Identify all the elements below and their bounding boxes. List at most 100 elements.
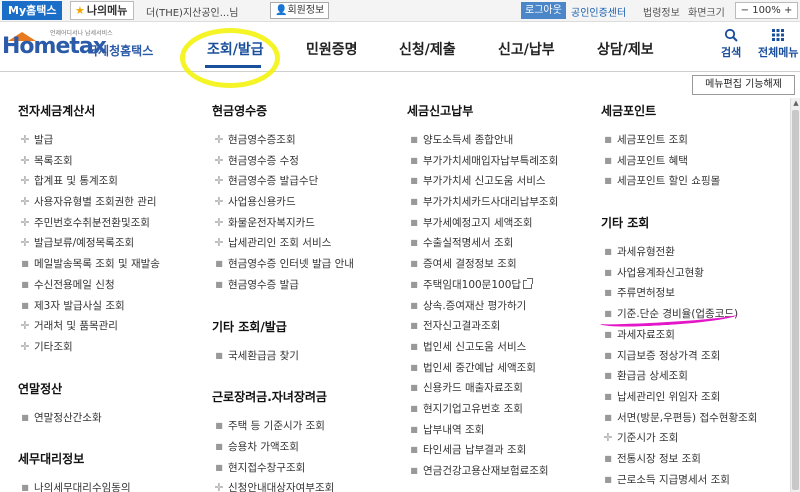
menu-item[interactable]: ✛ 사업용신용카드 [212,192,354,213]
menu-item[interactable]: ■ 납부내역 조회 [407,420,558,441]
nav-consult-report[interactable]: 상담/제보 [597,39,654,59]
menu-item[interactable]: ■ 세금포인트 조회 [601,130,757,151]
menu-item[interactable]: ■ 국세환급금 찾기 [212,346,354,367]
vertical-scrollbar[interactable]: ▲ [790,98,800,492]
menu-item[interactable]: ■ 양도소득세 종합안내 [407,130,558,151]
menu-item[interactable]: ■ 주택임대100문100답 [407,275,558,296]
plus-marker-icon[interactable]: ✛ [213,192,225,213]
menu-item[interactable]: ■ 과세유형전환 [601,242,757,263]
menu-item[interactable]: ■ 타인세금 납부결과 조회 [407,440,558,461]
menu-item[interactable]: ✛ 납세관리인 조회 서비스 [212,233,354,254]
plus-marker-icon[interactable]: ✛ [213,151,225,172]
plus-marker-icon[interactable]: ✛ [19,337,31,358]
section-item-list: ✛ 현금영수증조회 ✛ 현금영수증 수정 ✛ 현금영수증 발급수단 ✛ 사업용신용카드 ✛ 화물운… [212,130,354,296]
menu-item[interactable]: ■ 납세관리인 위임자 조회 [601,387,757,408]
menu-item[interactable]: ■ 주택 등 기준시가 조회 [212,416,354,437]
menu-item[interactable]: ■ 연말정산간소화 [18,408,160,429]
menu-item[interactable]: ✛ 현금영수증 발급수단 [212,171,354,192]
plus-marker-icon[interactable]: ✛ [19,192,31,213]
square-marker-icon: ■ [604,329,612,339]
menu-item[interactable]: ✛ 화물운전자복지카드 [212,213,354,234]
menu-item[interactable]: ✛ 기준시가 조회 [601,428,757,449]
member-info-button[interactable]: 👤회원정보 [270,2,330,19]
plus-marker-icon[interactable]: ✛ [19,316,31,337]
menu-item[interactable]: ■ 환급금 상세조회 [601,366,757,387]
menu-item[interactable]: ✛ 목록조회 [18,151,160,172]
menu-item[interactable]: ✛ 거래처 및 품목관리 [18,316,160,337]
menu-item[interactable]: ✛ 주민번호수취분전환및조회 [18,213,160,234]
nav-application[interactable]: 신청/제출 [399,39,456,59]
menu-item[interactable]: ■ 수신전용메일 신청 [18,275,160,296]
nav-report-payment[interactable]: 신고/납부 [498,39,555,59]
menu-item[interactable]: ■ 현지기업고유번호 조회 [407,399,558,420]
menu-item[interactable]: ■ 승용차 가액조회 [212,437,354,458]
menu-item[interactable]: ✛ 신청안내대상자여부조회 [212,478,354,492]
scroll-thumb[interactable] [792,110,799,490]
plus-marker-icon[interactable]: ✛ [213,478,225,492]
menu-item[interactable]: ■ 현금영수증 발급 [212,275,354,296]
plus-marker-icon[interactable]: ✛ [19,130,31,151]
plus-marker-icon[interactable]: ✛ [213,213,225,234]
menu-item[interactable]: ■ 연금건강고용산재보험료조회 [407,461,558,482]
menu-item[interactable]: ■ 수출실적명세서 조회 [407,233,558,254]
zoom-minus[interactable]: − [741,5,753,16]
zoom-control[interactable]: − 100% + [735,2,798,19]
nav-civil-certificate[interactable]: 민원증명 [306,39,358,59]
menu-item[interactable]: ■ 과세자료조회 [601,325,757,346]
plus-marker-icon[interactable]: ✛ [213,171,225,192]
plus-marker-icon[interactable]: ✛ [213,130,225,151]
menu-item[interactable]: ■ 부가가치세매입자납부특례조회 [407,151,558,172]
menu-item[interactable]: ✛ 합계표 및 통계조회 [18,171,160,192]
menu-item[interactable]: ■ 세금포인트 할인 쇼핑몰 [601,171,757,192]
my-hometax-button[interactable]: My홈택스 [2,1,63,20]
menu-item[interactable]: ✛ 현금영수증 수정 [212,151,354,172]
plus-marker-icon[interactable]: ✛ [213,233,225,254]
menu-item[interactable]: ✛ 발급 [18,130,160,151]
menu-item[interactable]: ■ 제3자 발급사실 조회 [18,296,160,317]
menu-item[interactable]: ■ 지급보증 정상가격 조회 [601,346,757,367]
menu-item[interactable]: ■ 상속.증여재산 평가하기 [407,296,558,317]
menu-item[interactable]: ■ 전통시장 정보 조회 [601,449,757,470]
menu-item-label: 메일발송목록 조회 및 재발송 [34,258,160,271]
menu-item[interactable]: ■ 부가가치세 신고도움 서비스 [407,171,558,192]
menu-item[interactable]: ■ 부가가치세카드사대리납부조회 [407,192,558,213]
menu-item[interactable]: ■ 현금영수증 인터넷 발급 안내 [212,254,354,275]
menu-item[interactable]: ■ 메일발송목록 조회 및 재발송 [18,254,160,275]
menu-item[interactable]: ■ 서면(방문,우편등) 접수현황조회 [601,408,757,429]
logout-button[interactable]: 로그아웃 [521,2,566,19]
scroll-up-arrow-icon[interactable]: ▲ [791,98,800,108]
search-button[interactable]: 검색 [721,28,741,60]
menu-item[interactable]: ■ 부가세예정고지 세액조회 [407,213,558,234]
menu-item[interactable]: ✛ 사용자유형별 조회권한 관리 [18,192,160,213]
menu-item[interactable]: ■ 전자신고결과조회 [407,316,558,337]
cert-center-link[interactable]: 공인인증센터 [571,4,626,19]
menu-column-3: 세금신고납부 ■ 양도소득세 종합안내 ■ 부가가치세매입자납부특례조회 ■ 부가가치세 신… [407,102,558,482]
menu-item[interactable]: ■ 세금포인트 혜택 [601,151,757,172]
menu-item[interactable]: ■ 신용카드 매출자료조회 [407,378,558,399]
zoom-plus[interactable]: + [781,5,792,16]
plus-marker-icon[interactable]: ✛ [19,151,31,172]
plus-marker-icon[interactable]: ✛ [19,233,31,254]
square-marker-icon: ■ [215,350,223,360]
plus-marker-icon[interactable]: ✛ [19,171,31,192]
menu-item[interactable]: ✛ 현금영수증조회 [212,130,354,151]
square-marker-icon: ■ [410,259,418,269]
hometax-logo[interactable]: 언제어디서나 납세서비스 Hometax 국세청홈택스 [2,26,153,66]
menu-item[interactable]: ■ 나의세무대리수임동의 [18,478,160,492]
menu-item[interactable]: ■ 주류면허정보 [601,283,757,304]
menu-item-label: 부가세예정고지 세액조회 [423,216,533,229]
menu-item[interactable]: ■ 법인세 중간예납 세액조회 [407,358,558,379]
menu-item[interactable]: ■ 법인세 신고도움 서비스 [407,337,558,358]
menu-edit-toggle-button[interactable]: 메뉴편집 기능해제 [692,75,795,95]
menu-item[interactable]: ✛ 발급보류/예정목록조회 [18,233,160,254]
menu-item[interactable]: ■ 사업용계좌신고현황 [601,263,757,284]
plus-marker-icon[interactable]: ✛ [19,213,31,234]
plus-marker-icon[interactable]: ✛ [602,428,614,449]
my-menu-button[interactable]: ★ 나의메뉴 [70,1,135,20]
menu-item[interactable]: ■ 근로소득 지급명세서 조회 [601,470,757,491]
menu-item[interactable]: ■ 현지접수창구조회 [212,458,354,479]
law-info-link[interactable]: 법령정보 [643,4,680,19]
menu-item[interactable]: ■ 증여세 결정정보 조회 [407,254,558,275]
all-menu-button[interactable]: 전체메뉴 [758,28,798,60]
menu-item[interactable]: ✛ 기타조회 [18,337,160,358]
